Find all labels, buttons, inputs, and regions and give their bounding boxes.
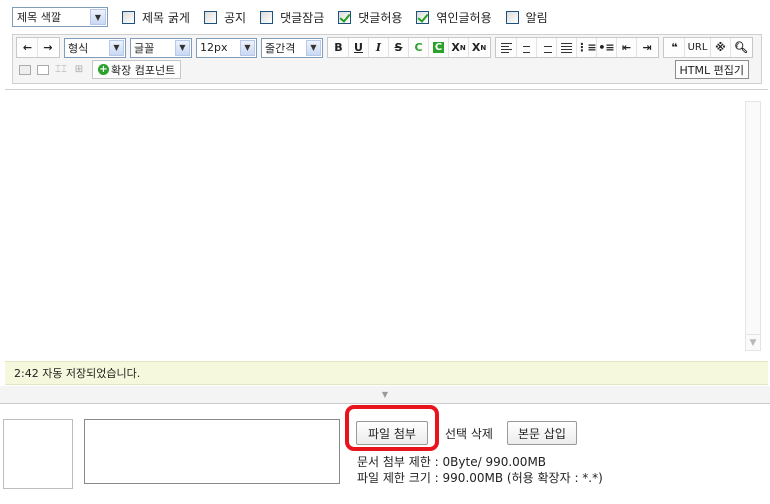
alert-option[interactable]: 알림 <box>505 9 548 26</box>
allow-trackback-option[interactable]: 엮인글허용 <box>416 9 492 26</box>
delete-selected-label: 선택 삭제 <box>445 426 493 441</box>
editor-resize-handle[interactable]: ▼ <box>0 386 770 404</box>
scroll-down-icon[interactable]: ▼ <box>746 334 760 350</box>
extension-component-label: 확장 컴포넌트 <box>111 63 176 77</box>
autosave-message: 2:42 자동 저장되었습니다. <box>14 367 141 380</box>
insert-group: ❝ URL ※ 🔍︎ <box>663 37 753 58</box>
undo-redo-group: ← → <box>16 37 60 58</box>
align-justify-icon[interactable] <box>557 38 577 57</box>
align-center-icon[interactable] <box>517 38 537 57</box>
chevron-down-icon[interactable]: ▼ <box>175 39 190 56</box>
align-left-icon[interactable] <box>497 38 517 57</box>
redo-icon[interactable]: → <box>38 38 58 57</box>
merge-cells-icon[interactable]: ⌶⌶ <box>52 60 70 79</box>
delete-selected-button[interactable]: 선택 삭제 <box>436 421 502 445</box>
file-limit-info: 문서 첨부 제한 : 0Byte/ 990.00MB 파일 제한 크기 : 99… <box>357 454 603 486</box>
italic-button[interactable]: I <box>369 38 389 57</box>
allow-comments-option[interactable]: 댓글허용 <box>338 9 402 26</box>
url-button[interactable]: URL <box>685 38 711 57</box>
editor-toolbar: ← → 형식 ▼ 글꼴 ▼ 12px ▼ 줄간격 ▼ B U I S C C X… <box>12 34 762 84</box>
document-attach-limit: 문서 첨부 제한 : 0Byte/ 990.00MB <box>357 455 547 469</box>
find-icon[interactable]: 🔍︎ <box>731 38 751 57</box>
allow-comments-label: 댓글허용 <box>358 10 403 25</box>
notice-checkbox[interactable] <box>203 10 217 24</box>
allow-trackback-label: 엮인글허용 <box>436 10 492 25</box>
insert-into-body-button[interactable]: 본문 삽입 <box>507 421 577 445</box>
lock-comments-checkbox[interactable] <box>260 10 274 24</box>
toolbar-row-1: ← → 형식 ▼ 글꼴 ▼ 12px ▼ 줄간격 ▼ B U I S C C X… <box>16 37 757 58</box>
lock-comments-label: 댓글잠금 <box>280 10 325 25</box>
autosave-status-bar: 2:42 자동 저장되었습니다. <box>5 361 768 385</box>
html-editor-button[interactable]: HTML 편집기 <box>674 60 749 79</box>
chevron-down-icon[interactable]: ▼ <box>240 39 255 56</box>
notice-label: 공지 <box>223 10 247 25</box>
line-height-select[interactable]: 줄간격 ▼ <box>261 37 323 58</box>
indent-icon[interactable]: ⇥ <box>637 38 657 57</box>
resize-arrow-icon: ▼ <box>381 390 389 399</box>
superscript-label: X <box>451 41 460 54</box>
font-select[interactable]: 글꼴 ▼ <box>130 37 192 58</box>
chevron-down-icon[interactable]: ▼ <box>109 39 124 56</box>
format-select-value: 형식 <box>68 41 89 55</box>
editor-scrollbar[interactable]: ▼ <box>745 101 761 351</box>
bold-title-checkbox[interactable] <box>122 10 135 24</box>
bold-title-label: 제목 굵게 <box>142 10 190 25</box>
attach-button-highlight <box>345 405 439 451</box>
font-size-select-value: 12px <box>200 41 228 54</box>
lock-comments-option[interactable]: 댓글잠금 <box>260 9 324 26</box>
align-list-group: ⋮≡ •≡ ⇤ ⇥ <box>495 37 659 58</box>
alert-label: 알림 <box>525 10 548 25</box>
font-color-button[interactable]: C <box>409 38 429 57</box>
underline-button[interactable]: U <box>349 38 369 57</box>
text-style-group: B U I S C C XN XN <box>327 37 491 58</box>
format-select[interactable]: 형식 ▼ <box>64 37 126 58</box>
subscript-label: X <box>471 41 481 54</box>
file-size-limit: 파일 제한 크기 : 990.00MB (허용 확장자 : *.*) <box>357 471 603 485</box>
toolbar-row-2: ⌶⌶ ⊞ + 확장 컴포넌트 <box>16 60 185 79</box>
subscript-button[interactable]: XN <box>469 38 489 57</box>
bold-button[interactable]: B <box>329 38 349 57</box>
plus-icon: + <box>98 64 109 75</box>
alert-checkbox[interactable] <box>505 10 519 24</box>
undo-icon[interactable]: ← <box>18 38 38 57</box>
chevron-down-icon[interactable]: ▼ <box>306 39 321 56</box>
font-size-select[interactable]: 12px ▼ <box>196 37 257 58</box>
strikethrough-button[interactable]: S <box>389 38 409 57</box>
cell-icon[interactable] <box>34 60 52 79</box>
editor-content-area[interactable]: ▼ <box>5 89 768 360</box>
outdent-icon[interactable]: ⇤ <box>617 38 637 57</box>
notice-option[interactable]: 공지 <box>203 9 247 26</box>
extension-component-button[interactable]: + 확장 컴포넌트 <box>92 60 182 79</box>
title-options-row: 제목 색깔 ▼ 제목 굵게 공지 댓글잠금 댓글허용 엮인글허용 알림 <box>12 6 548 28</box>
line-height-select-value: 줄간격 <box>265 41 296 55</box>
attached-file-list[interactable] <box>84 419 340 484</box>
title-color-select[interactable]: 제목 색깔 ▼ <box>12 7 108 27</box>
chevron-down-icon[interactable]: ▼ <box>90 9 106 25</box>
bullet-list-icon[interactable]: •≡ <box>597 38 617 57</box>
table-icon[interactable] <box>16 60 34 79</box>
superscript-button[interactable]: XN <box>449 38 469 57</box>
html-editor-label: HTML 편집기 <box>679 63 744 77</box>
numbered-list-icon[interactable]: ⋮≡ <box>576 38 597 57</box>
file-preview-box <box>3 419 73 489</box>
allow-trackback-checkbox[interactable] <box>416 10 430 24</box>
align-right-icon[interactable] <box>537 38 557 57</box>
background-color-label: C <box>432 42 445 53</box>
font-select-value: 글꼴 <box>134 41 155 55</box>
title-color-select-value: 제목 색깔 <box>17 11 61 24</box>
allow-comments-checkbox[interactable] <box>338 10 352 24</box>
quote-icon[interactable]: ❝ <box>665 38 685 57</box>
bold-title-option[interactable]: 제목 굵게 <box>122 9 190 26</box>
special-char-icon[interactable]: ※ <box>711 38 731 57</box>
split-cells-icon[interactable]: ⊞ <box>70 60 88 79</box>
insert-into-body-label: 본문 삽입 <box>518 426 566 441</box>
background-color-button[interactable]: C <box>429 38 449 57</box>
